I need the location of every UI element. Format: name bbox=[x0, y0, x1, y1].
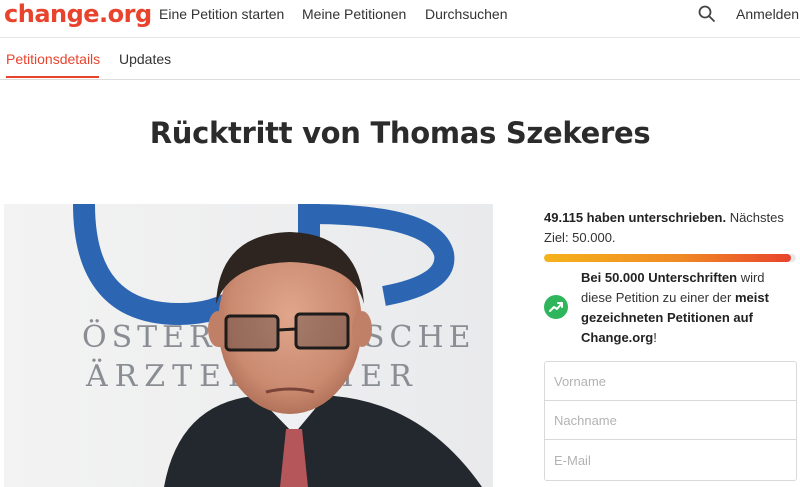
tab-petition-details[interactable]: Petitionsdetails bbox=[6, 51, 100, 67]
tab-updates[interactable]: Updates bbox=[119, 51, 171, 67]
nav-start-petition[interactable]: Eine Petition starten bbox=[159, 6, 284, 22]
signature-count-bold: 49.115 haben unterschrieben. bbox=[544, 210, 727, 225]
nav-browse[interactable]: Durchsuchen bbox=[425, 6, 508, 22]
top-navigation: change.org Eine Petition starten Meine P… bbox=[0, 0, 800, 38]
petition-title: Rücktritt von Thomas Szekeres bbox=[149, 116, 651, 150]
change-org-logo[interactable]: change.org bbox=[4, 0, 152, 28]
petition-photo: ÖSTERREICHISCHE ÄRZTEKAMMER bbox=[4, 204, 493, 487]
signature-count: 49.115 haben unterschrieben. Nächstes Zi… bbox=[544, 208, 798, 248]
login-link[interactable]: Anmelden bbox=[736, 6, 799, 22]
goal-message-part1: Bei 50.000 Unterschriften bbox=[581, 270, 738, 285]
trending-up-icon bbox=[544, 295, 568, 319]
nav-my-petitions[interactable]: Meine Petitionen bbox=[302, 6, 406, 22]
email-field[interactable] bbox=[545, 440, 796, 480]
goal-message: Bei 50.000 Unterschriften wird diese Pet… bbox=[581, 268, 799, 348]
last-name-field[interactable] bbox=[545, 401, 796, 440]
signature-progress-bar bbox=[544, 254, 796, 262]
goal-message-part4: ! bbox=[653, 330, 657, 345]
active-tab-indicator bbox=[6, 76, 99, 78]
sign-form bbox=[544, 361, 797, 481]
signature-progress-fill bbox=[544, 254, 792, 262]
petition-tabs: Petitionsdetails Updates bbox=[0, 38, 800, 80]
first-name-field[interactable] bbox=[545, 362, 796, 401]
search-icon[interactable] bbox=[697, 4, 717, 24]
